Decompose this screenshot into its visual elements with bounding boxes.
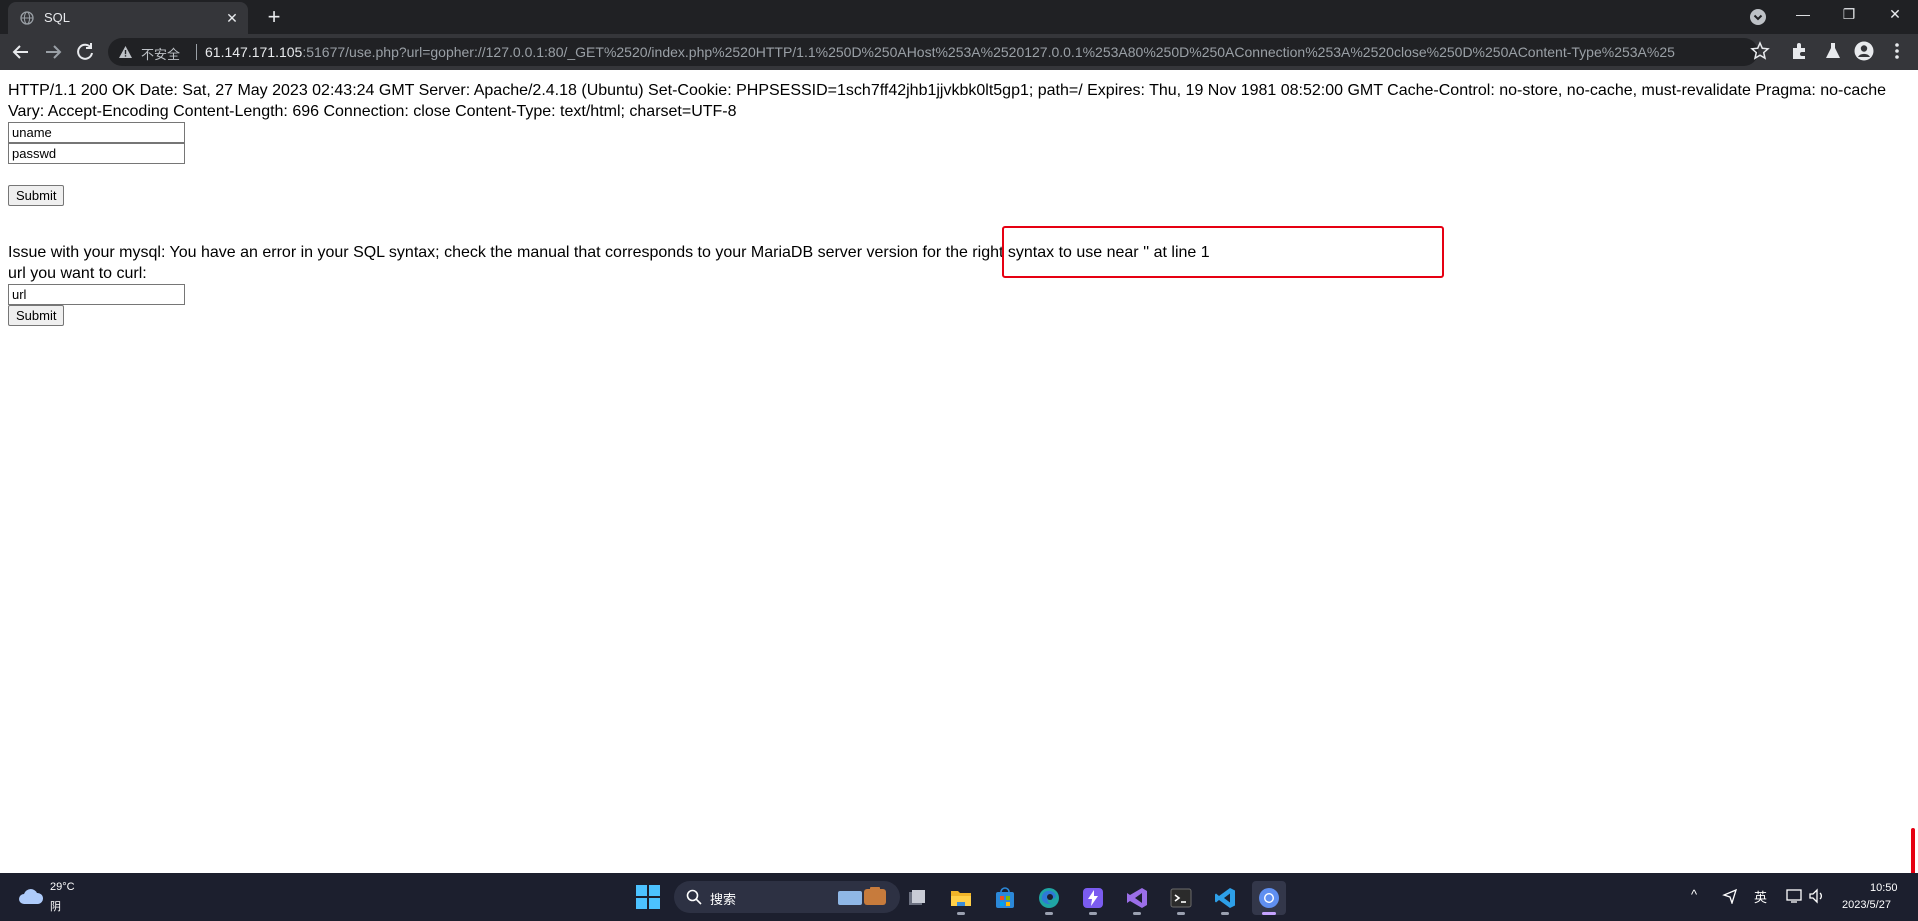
network-icon[interactable] bbox=[1786, 888, 1804, 904]
file-explorer-icon bbox=[951, 891, 971, 906]
page-content: HTTP/1.1 200 OK Date: Sat, 27 May 2023 0… bbox=[8, 80, 1908, 326]
terminal-icon bbox=[1170, 888, 1192, 908]
terminal-app[interactable] bbox=[1164, 881, 1198, 915]
power-automate-app[interactable] bbox=[1076, 881, 1110, 915]
edge-app[interactable] bbox=[1032, 881, 1066, 915]
clock-time[interactable]: 10:50 bbox=[1870, 882, 1898, 894]
url-input[interactable] bbox=[8, 284, 185, 305]
clock-date[interactable]: 2023/5/27 bbox=[1842, 899, 1891, 911]
running-indicator bbox=[1133, 912, 1141, 915]
tab-search-icon[interactable] bbox=[1748, 7, 1768, 27]
address-divider bbox=[196, 44, 197, 60]
reload-icon[interactable] bbox=[72, 39, 98, 65]
file-explorer-app[interactable] bbox=[944, 881, 978, 915]
curl-label: url you want to curl: bbox=[8, 265, 147, 282]
store-app[interactable] bbox=[988, 881, 1022, 915]
weather-description[interactable]: 阴 bbox=[50, 898, 61, 914]
visual-studio-app[interactable] bbox=[1120, 881, 1154, 915]
vscode-app[interactable] bbox=[1208, 881, 1242, 915]
taskbar: 29°C 阴 搜索 ^ 英 10:50 2023/5/27 bbox=[0, 873, 1918, 921]
browser-toolbar: 不安全 61.147.171.105:51677/use.php?url=gop… bbox=[0, 34, 1918, 70]
search-icon bbox=[686, 889, 702, 905]
running-indicator bbox=[1177, 912, 1185, 915]
windows-start-icon[interactable] bbox=[636, 885, 660, 909]
running-indicator bbox=[1221, 912, 1229, 915]
cloud-icon[interactable] bbox=[18, 887, 44, 905]
search-highlight-icon bbox=[838, 887, 886, 905]
running-indicator bbox=[957, 912, 965, 915]
chrome-app[interactable] bbox=[1252, 881, 1286, 915]
tab-sql[interactable]: SQL ✕ bbox=[8, 2, 248, 34]
running-indicator bbox=[1089, 912, 1097, 915]
close-window-button[interactable]: ✕ bbox=[1872, 0, 1918, 30]
file-manager-icon bbox=[909, 890, 925, 905]
star-icon[interactable] bbox=[1750, 41, 1770, 61]
visual-studio-icon bbox=[1127, 888, 1147, 908]
extensions-icon[interactable] bbox=[1789, 40, 1811, 62]
location-icon[interactable] bbox=[1722, 888, 1738, 904]
tray-chevron-icon[interactable]: ^ bbox=[1691, 887, 1697, 902]
login-submit-button[interactable]: Submit bbox=[8, 185, 65, 206]
address-bar[interactable]: 不安全 61.147.171.105:51677/use.php?url=gop… bbox=[108, 38, 1758, 66]
globe-icon bbox=[20, 11, 34, 25]
url-path: :51677/use.php?url=gopher://127.0.0.1:80… bbox=[302, 44, 1675, 60]
passwd-input[interactable] bbox=[8, 143, 185, 164]
tab-close-icon[interactable]: ✕ bbox=[222, 8, 242, 28]
profile-icon[interactable] bbox=[1853, 40, 1875, 62]
tab-title: SQL bbox=[44, 10, 71, 25]
power-automate-icon bbox=[1083, 888, 1103, 908]
weather-temperature[interactable]: 29°C bbox=[50, 881, 75, 893]
url-host: 61.147.171.105 bbox=[205, 44, 303, 60]
minimize-button[interactable]: — bbox=[1780, 0, 1826, 30]
running-indicator bbox=[1045, 912, 1053, 915]
store-icon bbox=[996, 887, 1014, 908]
new-tab-button[interactable]: + bbox=[260, 4, 288, 32]
menu-icon[interactable] bbox=[1886, 40, 1908, 62]
forward-icon[interactable] bbox=[40, 39, 66, 65]
error-highlight-box bbox=[1002, 226, 1444, 278]
curl-submit-button[interactable]: Submit bbox=[8, 305, 65, 326]
warning-icon[interactable] bbox=[118, 45, 133, 59]
uname-input[interactable] bbox=[8, 122, 185, 143]
vscode-icon bbox=[1215, 888, 1235, 908]
volume-icon[interactable] bbox=[1808, 888, 1826, 904]
running-indicator bbox=[1262, 912, 1276, 915]
ime-indicator[interactable]: 英 bbox=[1754, 887, 1767, 906]
edge-icon bbox=[1039, 888, 1059, 908]
file-manager-app[interactable] bbox=[900, 881, 934, 915]
chrome-icon bbox=[1259, 888, 1279, 908]
taskbar-search[interactable]: 搜索 bbox=[674, 881, 900, 913]
flask-icon[interactable] bbox=[1822, 40, 1844, 62]
scroll-indicator bbox=[1911, 828, 1915, 876]
back-icon[interactable] bbox=[8, 39, 34, 65]
security-label[interactable]: 不安全 bbox=[141, 44, 180, 63]
http-response-text: HTTP/1.1 200 OK Date: Sat, 27 May 2023 0… bbox=[8, 82, 1887, 120]
search-placeholder: 搜索 bbox=[710, 892, 737, 907]
url-text[interactable]: 61.147.171.105:51677/use.php?url=gopher:… bbox=[205, 44, 1675, 60]
sql-error-message: Issue with your mysql: You have an error… bbox=[8, 244, 1210, 261]
tab-strip: SQL ✕ + — ❐ ✕ bbox=[0, 0, 1918, 34]
restore-button[interactable]: ❐ bbox=[1826, 0, 1872, 30]
